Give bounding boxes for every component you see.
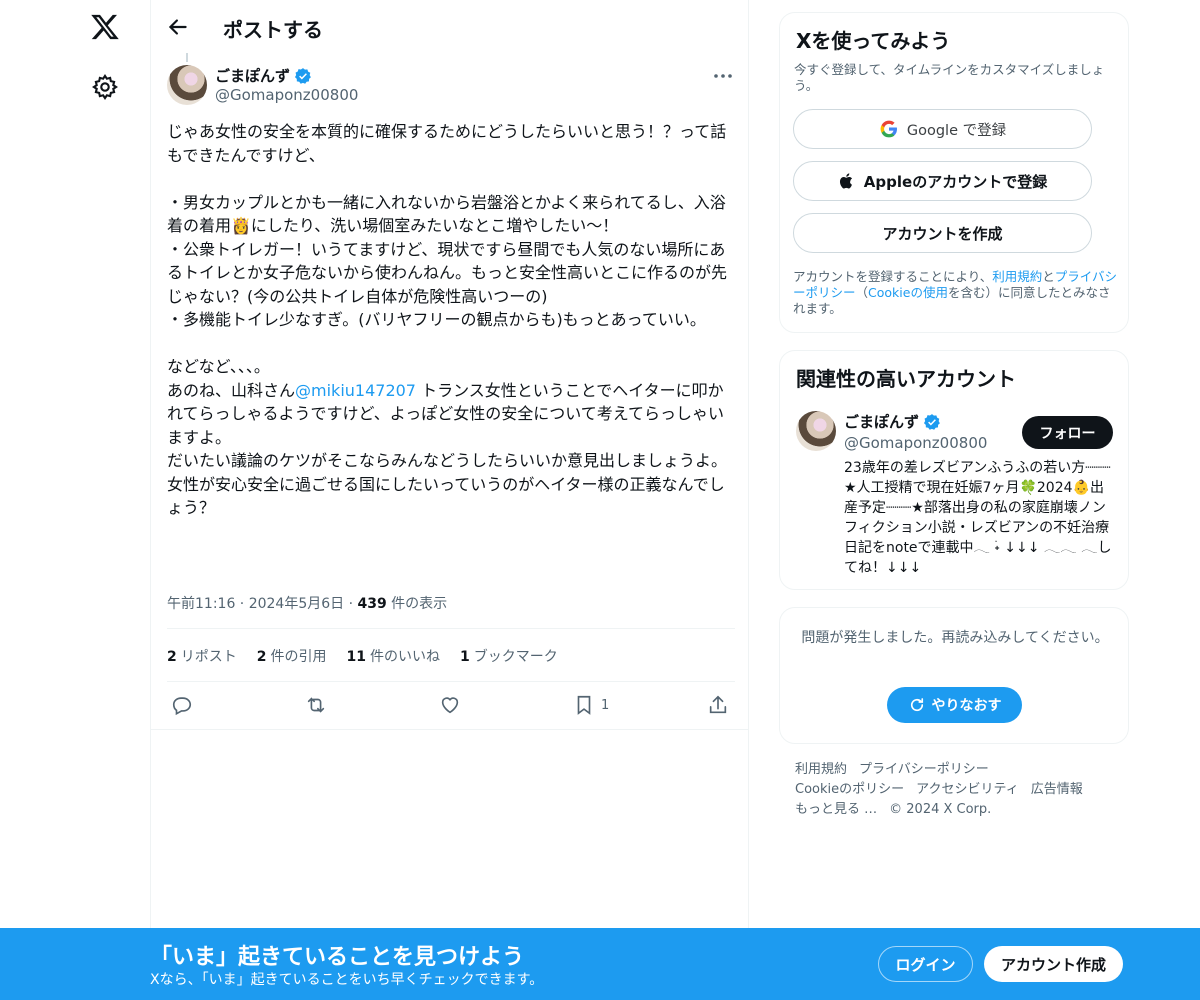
divider: [167, 681, 735, 682]
stat-label: 件の引用: [270, 649, 327, 665]
error-message: 問題が発生しました。再読み込みしてください。: [801, 630, 1109, 646]
stat-reposts[interactable]: 2 リポスト: [167, 646, 237, 666]
share-icon: [709, 695, 727, 714]
login-banner: 「いま」起きていることを見つけよう Xなら、「いま」起きていることをいち早くチェ…: [0, 928, 1200, 1000]
post-stats: 2 リポスト 2 件の引用 11 件のいいね 1 ブックマーク: [167, 646, 558, 666]
stat-bookmarks[interactable]: 1 ブックマーク: [460, 646, 558, 666]
post-time[interactable]: 午前11:16 · 2024年5月6日 ·: [167, 596, 358, 612]
stat-label: ブックマーク: [473, 649, 558, 665]
signup-subtitle: 今すぐ登録して、タイムラインをカスタマイズしましょう。: [794, 62, 1105, 93]
stat-label: 件のいいね: [369, 649, 440, 665]
bookmark-button[interactable]: 1: [573, 693, 613, 717]
main-column: ポストする ごまぽんず @Gomaponz00800 じゃあ女性の安全を本質的に…: [150, 0, 749, 930]
related-handle[interactable]: @Gomaponz00800: [844, 434, 987, 452]
terms-text: アカウントを登録することにより、: [793, 269, 993, 284]
related-bio: 23歳年の差レズビアンふうふの若い方┈┈┈★人工授精で現在妊娠7ヶ月🍀2024👶…: [844, 460, 1112, 576]
left-nav: [0, 0, 150, 1000]
like-button[interactable]: [439, 693, 463, 717]
verified-badge-icon: [294, 67, 311, 84]
create-account-button[interactable]: アカウントを作成: [793, 213, 1092, 253]
retry-label: やりなおす: [931, 698, 1002, 714]
google-icon: [880, 120, 897, 138]
related-avatar[interactable]: [796, 411, 836, 451]
stat-count: 2: [167, 649, 177, 665]
repost-button[interactable]: [304, 693, 328, 717]
divider: [167, 628, 735, 629]
stat-quotes[interactable]: 2 件の引用: [257, 646, 327, 666]
divider: [151, 729, 749, 730]
create-account-label: アカウントを作成: [882, 224, 1003, 243]
heart-icon: [441, 697, 459, 714]
related-name-text[interactable]: ごまぽんず: [844, 411, 919, 432]
stat-count: 2: [256, 649, 267, 665]
author-name[interactable]: ごまぽんず: [215, 65, 312, 86]
views-label: 件の表示: [386, 596, 448, 612]
stat-likes[interactable]: 11 件のいいね: [347, 646, 440, 666]
footer-link[interactable]: もっと見る …: [795, 802, 877, 817]
share-button[interactable]: [707, 693, 731, 717]
bookmark-icon: [577, 695, 591, 715]
x-logo-icon[interactable]: [90, 12, 120, 42]
follow-button[interactable]: フォロー: [1022, 416, 1113, 449]
reply-icon: [172, 697, 192, 716]
apple-signup-button[interactable]: Appleのアカウントで登録: [793, 161, 1092, 201]
apple-icon: [839, 173, 852, 189]
terms-text: （: [855, 285, 869, 300]
footer-link[interactable]: Cookieのポリシー: [795, 782, 904, 797]
related-name[interactable]: ごまぽんず: [844, 411, 941, 432]
post-text-part1: じゃあ女性の安全を本質的に確保するためにどうしたらいいと思う！？って話もできたん…: [167, 122, 728, 400]
retry-button[interactable]: やりなおす: [887, 687, 1022, 723]
signup-title: Xを使ってみよう: [796, 29, 951, 53]
stat-count: 11: [346, 649, 366, 665]
verified-badge-icon: [923, 413, 940, 430]
cookie-link[interactable]: Cookieの使用: [868, 285, 948, 300]
author-name-text[interactable]: ごまぽんず: [215, 65, 290, 86]
banner-title: 「いま」起きていることを見つけよう: [150, 945, 525, 970]
terms-link[interactable]: 利用規約: [992, 269, 1042, 284]
page-header: ポストする: [151, 0, 749, 53]
signup-terms: アカウントを登録することにより、利用規約とプライバシーポリシー（Cookieの使…: [793, 269, 1118, 317]
create-account-banner-button[interactable]: アカウント作成: [984, 946, 1123, 982]
settings-gear-icon[interactable]: [91, 73, 119, 101]
google-signup-button[interactable]: Google で登録: [793, 109, 1092, 149]
mention-link[interactable]: @mikiu147207: [295, 381, 416, 400]
stat-label: リポスト: [180, 649, 237, 665]
footer-link[interactable]: 広告情報: [1031, 782, 1083, 797]
post-text: じゃあ女性の安全を本質的に確保するためにどうしたらいいと思う！？って話もできたん…: [167, 120, 735, 520]
page-title: ポストする: [223, 18, 323, 42]
footer-link[interactable]: 利用規約: [795, 762, 847, 777]
stat-count: 1: [459, 649, 470, 665]
copyright: © 2024 X Corp.: [889, 802, 992, 817]
repost-icon: [307, 697, 325, 713]
reply-button[interactable]: [171, 693, 195, 717]
refresh-icon: [910, 698, 923, 712]
footer-links: 利用規約 プライバシーポリシー Cookieのポリシー アクセシビリティ 広告情報 も…: [795, 760, 1125, 820]
related-title: 関連性の高いアカウント: [796, 367, 1016, 391]
error-card: 問題が発生しました。再読み込みしてください。 やりなおす: [779, 607, 1129, 744]
google-signup-label: Google で登録: [906, 122, 1007, 139]
bookmark-count: 1: [601, 697, 610, 713]
footer-link[interactable]: アクセシビリティ: [916, 782, 1019, 797]
views-count: 439: [357, 596, 387, 612]
login-button[interactable]: ログイン: [878, 946, 973, 982]
signup-card: Xを使ってみよう 今すぐ登録して、タイムラインをカスタマイズしましょう。 Goo…: [779, 12, 1129, 333]
back-arrow-icon[interactable]: [165, 14, 191, 40]
post-actions: 1: [167, 690, 735, 720]
banner-subtitle: Xなら、「いま」起きていることをいち早くチェックできます。: [150, 972, 544, 988]
author-avatar[interactable]: [167, 65, 207, 105]
footer-link[interactable]: プライバシーポリシー: [859, 762, 989, 777]
more-options-icon[interactable]: [711, 64, 735, 88]
apple-signup-label: Appleのアカウントで登録: [863, 172, 1048, 191]
terms-text: と: [1042, 269, 1055, 284]
related-accounts-card: 関連性の高いアカウント ごまぽんず @Gomaponz00800 フォロー 23…: [779, 350, 1129, 590]
author-handle[interactable]: @Gomaponz00800: [215, 86, 358, 104]
post-text-part2: トランス女性ということでヘイターに叩かれてらっしゃるようですけど、よっぽど女性の…: [167, 380, 728, 518]
thread-line: [186, 53, 188, 62]
post-meta: 午前11:16 · 2024年5月6日 · 439 件の表示: [167, 593, 447, 613]
